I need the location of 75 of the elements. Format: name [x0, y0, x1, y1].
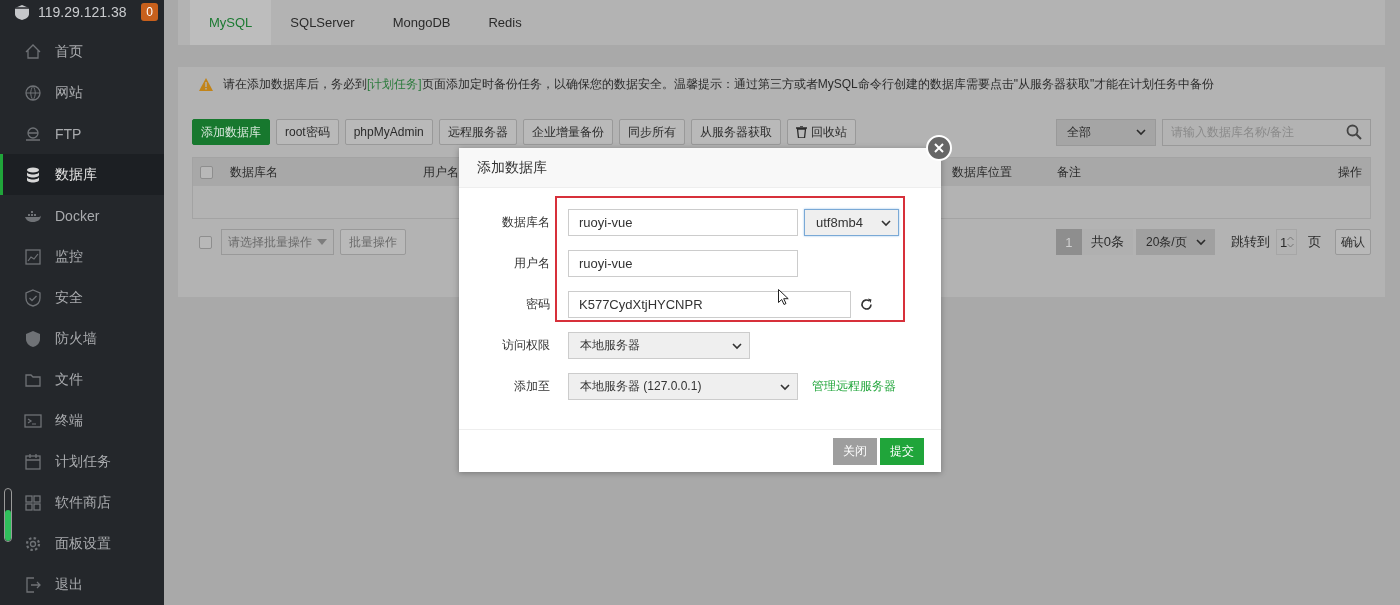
field-label: 数据库名	[501, 214, 550, 231]
column-header: 数据库名	[230, 164, 278, 179]
sidebar-item[interactable]: 文件	[0, 359, 164, 400]
column-header: 操作	[1338, 164, 1362, 179]
page-size-select[interactable]: 20条/页	[1136, 229, 1215, 255]
shield-icon	[24, 288, 42, 307]
grid-icon	[24, 493, 42, 512]
page-unit: 页	[1308, 233, 1321, 251]
caret-icon	[317, 239, 327, 245]
settings-icon	[24, 534, 42, 553]
charset-select[interactable]: utf8mb4	[804, 209, 899, 236]
server-address: 119.29.121.38	[38, 3, 128, 20]
checkbox[interactable]	[200, 165, 213, 179]
database-icon	[24, 165, 42, 184]
column-header: 数据库位置	[952, 164, 1012, 179]
sidebar-item[interactable]: FTP	[0, 113, 164, 154]
field-label: 密码	[525, 296, 550, 313]
field-label: 用户名	[513, 255, 550, 272]
column-header: 备注	[1057, 164, 1081, 179]
sidebar-item[interactable]: Docker	[0, 195, 164, 236]
server-select[interactable]: 本地服务器 (127.0.0.1)	[568, 373, 798, 400]
sidebar-item[interactable]: 计划任务	[0, 441, 164, 482]
mouse-pointer-icon	[778, 289, 789, 305]
globe-icon	[24, 83, 42, 102]
close-icon	[934, 143, 944, 153]
exit-icon	[24, 575, 42, 594]
password-field[interactable]: K577CydXtjHYCNPR	[568, 291, 851, 318]
sidebar-item[interactable]: 软件商店	[0, 482, 164, 523]
filter-select[interactable]: 全部	[1056, 118, 1156, 146]
toolbar-button[interactable]: root密码	[276, 119, 339, 145]
tab[interactable]: SQLServer	[271, 0, 374, 45]
field-label: 添加至	[513, 378, 550, 395]
sidebar-item[interactable]: 安全	[0, 277, 164, 318]
column-header: 用户名	[423, 164, 459, 179]
chevron-icon	[1195, 236, 1207, 248]
toolbar-button[interactable]: 远程服务器	[438, 119, 517, 145]
page-input[interactable]: 1	[1276, 229, 1297, 255]
sidebar-item[interactable]: 首页	[0, 31, 164, 72]
toolbar-button[interactable]: phpMyAdmin	[344, 119, 433, 145]
notice-text: 请在添加数据库后，务必到[计划任务]页面添加定时备份任务，以确保您的数据安全。温馨提示：通过第三方或者MySQL命令行创建的数据库需要点击"从服务器获取"才能在计划任务中备份	[223, 75, 1215, 93]
toolbar-button[interactable]: 同步所有	[618, 119, 685, 145]
notification-badge[interactable]: 0	[141, 2, 158, 21]
toolbar-button[interactable]: 企业增量备份	[522, 119, 613, 145]
home-icon	[24, 42, 42, 61]
chart-icon	[24, 247, 42, 266]
dialog-title: 添加数据库	[459, 148, 941, 188]
refresh-icon	[860, 298, 873, 311]
spinner-icon	[1287, 236, 1295, 248]
access-select[interactable]: 本地服务器	[568, 332, 750, 359]
input-field[interactable]: ruoyi-vue	[568, 209, 798, 236]
sidebar-item[interactable]: 面板设置	[0, 523, 164, 564]
tab[interactable]: MongoDB	[373, 0, 470, 45]
sidebar-item[interactable]: 监控	[0, 236, 164, 277]
toolbar-button[interactable]: 回收站	[786, 119, 856, 145]
calendar-icon	[24, 452, 42, 471]
sidebar-item[interactable]: 网站	[0, 72, 164, 113]
checkbox[interactable]	[199, 235, 212, 249]
server-icon	[24, 124, 42, 143]
tab[interactable]: Redis	[469, 0, 541, 45]
chevron-icon	[1135, 126, 1147, 138]
toolbar-button[interactable]: 添加数据库	[192, 119, 270, 145]
shield-icon	[24, 329, 42, 348]
toolbar-button[interactable]: 从服务器获取	[690, 119, 781, 145]
field-label: 访问权限	[501, 337, 550, 354]
terminal-icon	[24, 411, 42, 430]
search-icon	[1346, 124, 1362, 140]
warning-icon	[199, 77, 213, 91]
confirm-button[interactable]: 确认	[1335, 229, 1371, 255]
trash-icon	[795, 126, 807, 138]
input-field[interactable]: ruoyi-vue	[568, 250, 798, 277]
sidebar-item[interactable]: 退出	[0, 564, 164, 605]
sidebar-item[interactable]: 防火墙	[0, 318, 164, 359]
jump-label: 跳转到	[1231, 233, 1270, 251]
sidebar-item[interactable]: 数据库	[0, 154, 164, 195]
sidebar-item[interactable]: 终端	[0, 400, 164, 441]
